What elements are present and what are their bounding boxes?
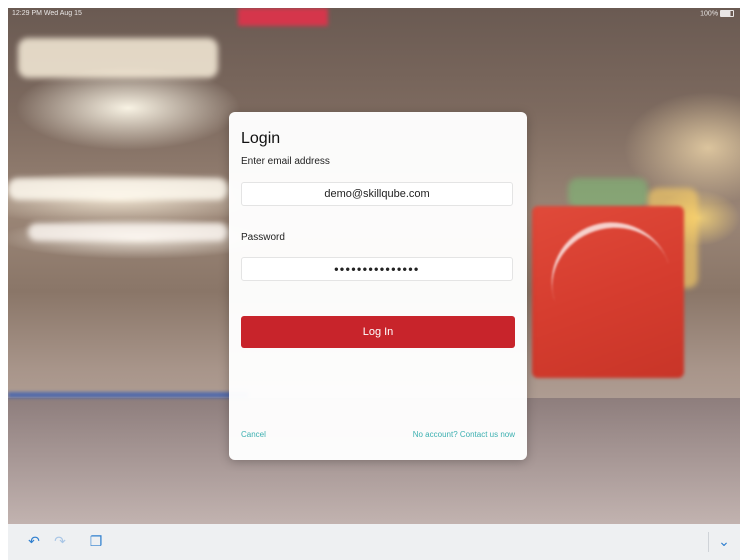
contact-us-link[interactable]: No account? Contact us now <box>413 430 515 439</box>
login-button[interactable]: Log In <box>241 316 515 348</box>
light-streak <box>568 178 648 208</box>
keyboard-shortcut-bar: ↶ ↷ ❐ ⌄ <box>8 524 740 560</box>
status-time: 12:29 PM Wed Aug 15 <box>12 10 82 17</box>
email-input[interactable]: demo@skillqube.com <box>241 182 513 206</box>
cancel-link[interactable]: Cancel <box>241 430 266 439</box>
light-streak <box>18 38 218 78</box>
password-input[interactable]: ••••••••••••••• <box>241 257 513 281</box>
login-title: Login <box>241 130 281 147</box>
password-label: Password <box>241 232 285 243</box>
battery-percent: 100% <box>700 10 719 18</box>
road-blue-line <box>8 392 248 398</box>
status-bar: 12:29 PM Wed Aug 15 100% <box>8 8 740 22</box>
redo-icon[interactable]: ↷ <box>52 534 68 550</box>
status-battery: 100% <box>700 10 734 17</box>
login-dialog: Login Enter email address demo@skillqube… <box>229 112 527 460</box>
email-label: Enter email address <box>241 156 330 167</box>
light-streak <box>8 178 228 200</box>
undo-icon[interactable]: ↶ <box>26 534 42 550</box>
paste-icon[interactable]: ❐ <box>88 534 104 550</box>
light-streak <box>28 223 228 241</box>
chevron-down-icon[interactable]: ⌄ <box>716 534 732 550</box>
battery-icon <box>720 10 734 17</box>
toolbar-divider <box>708 532 709 552</box>
